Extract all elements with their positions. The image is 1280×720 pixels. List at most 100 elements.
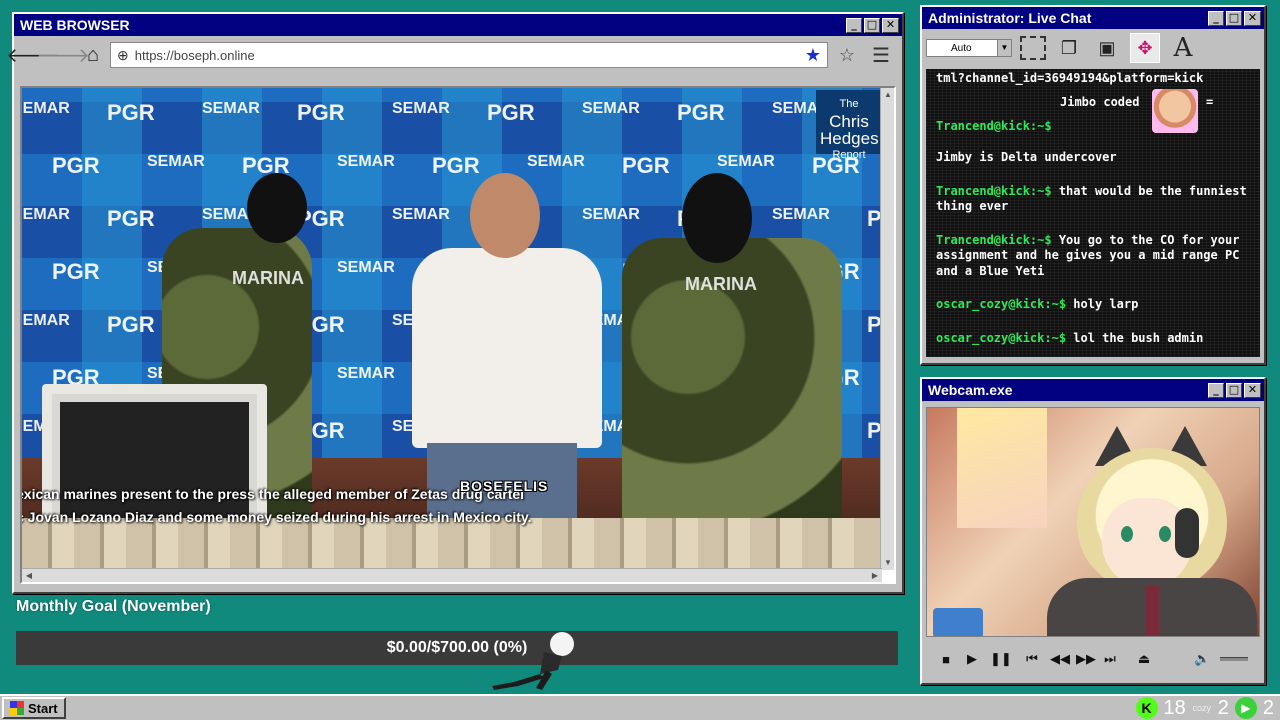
backdrop-word: PGR [107,206,155,231]
logo-line-2: Chris [829,112,869,131]
close-icon[interactable]: ✕ [1244,10,1261,26]
browser-viewport: SEMAR PGR SEMAR PGR SEMAR PGR SEMAR PGR SEMAR PGR… [20,86,896,584]
backdrop-word: SEMAR [582,100,640,117]
chat-username[interactable]: oscar_cozy@kick:~$ [936,297,1066,311]
detainee-shirt [412,248,602,448]
vertical-scrollbar[interactable]: ▲ ▼ [880,88,894,570]
chat-username[interactable]: Trancend@kick:~$ [936,184,1052,198]
scroll-right-icon[interactable]: ▶ [868,569,882,583]
select-rect-icon[interactable] [1020,36,1046,60]
chat-message: Trancend@kick:~$ [936,119,1250,135]
backdrop-word: SEMAR [22,312,70,329]
seized-money [22,518,882,570]
backdrop-word: PGR [487,100,535,125]
address-bar[interactable]: ⊕ https://boseph.online ★ [110,42,828,68]
backdrop-word: SEMAR [202,100,260,117]
webcam-title: Webcam.exe [928,382,1013,398]
forward-arrow-icon[interactable]: 🡒 [36,42,90,68]
scroll-left-icon[interactable]: ◀ [22,569,36,583]
browser-titlebar[interactable]: WEB BROWSER _ □ ✕ [14,14,902,36]
minimize-icon[interactable]: _ [1208,382,1224,398]
font-size-value: Auto [951,42,972,54]
soldier-right-head [682,173,752,263]
backdrop-word: PGR [677,100,725,125]
pause-icon[interactable]: ❚❚ [990,651,1012,667]
chat-log[interactable]: tml?channel_id=36949194&platform=kick Ji… [926,69,1260,357]
minimize-icon[interactable]: _ [846,17,862,33]
fast-forward-icon[interactable]: ▶▶ [1076,651,1096,667]
chat-username[interactable]: Trancend@kick:~$ [936,119,1052,133]
chevron-down-icon[interactable]: ▼ [997,40,1011,56]
backdrop-word: SEMAR [22,100,70,117]
favorites-star-icon[interactable]: ☆ [832,45,862,66]
video-frame[interactable]: SEMAR PGR SEMAR PGR SEMAR PGR SEMAR PGR SEMAR PGR… [22,88,882,570]
backdrop-word: SEMAR [717,153,775,170]
backdrop-word: SEMAR [582,206,640,223]
home-icon[interactable]: ⌂ [80,42,106,68]
skip-back-icon[interactable]: ⏮ [1024,651,1040,667]
cozy-icon[interactable]: cozy [1192,703,1212,713]
scroll-up-icon[interactable]: ▲ [881,88,895,102]
avatar-tie [1145,586,1159,636]
avatar-eye-left [1121,526,1133,542]
windows-logo-icon [10,701,24,715]
start-button[interactable]: Start [2,697,66,719]
chat-window: Administrator: Live Chat _ □ ✕ Auto ▼ ❐ … [920,5,1266,365]
volume-slider[interactable] [1220,657,1248,661]
system-tray: K 18 cozy 2 ▶ 2 [1135,696,1274,720]
mug [933,608,983,636]
other-viewer-count: 2 [1217,696,1229,719]
bookmark-star-icon[interactable]: ★ [805,45,821,66]
globe-icon: ⊕ [117,46,129,63]
move-icon[interactable]: ✥ [1130,33,1160,63]
kick-viewer-count: 18 [1163,696,1186,719]
maximize-icon[interactable]: □ [1226,382,1242,398]
play-icon[interactable]: ▶ [964,651,980,667]
chat-title: Administrator: Live Chat [928,10,1092,26]
chat-message-suffix: = [1206,94,1214,109]
backdrop-word: SEMAR [337,259,395,276]
paste-icon[interactable]: ▣ [1092,33,1122,63]
maximize-icon[interactable]: □ [1226,10,1242,26]
skip-forward-icon[interactable]: ⏭ [1102,651,1118,667]
chat-username[interactable]: Trancend@kick:~$ [936,233,1052,247]
chat-message-text: holy larp [1073,297,1139,311]
font-size-select[interactable]: Auto ▼ [926,39,1012,57]
backdrop-word: PGR [52,153,100,178]
taskbar: Start K 18 cozy 2 ▶ 2 [0,694,1280,720]
play-platform-count: 2 [1262,696,1274,719]
video-subtitle-line2: c Jovan Lozano Diaz and some money seize… [22,509,532,525]
close-icon[interactable]: ✕ [1244,382,1261,398]
chat-message: Jimbo coded = [936,88,1250,133]
backdrop-word: PGR [107,312,155,337]
chat-message: tml?channel_id=36949194&platform=kick [936,71,1250,87]
eject-icon[interactable]: ⏏ [1136,651,1152,667]
vest-label-left: MARINA [232,268,304,288]
close-icon[interactable]: ✕ [882,17,899,33]
goal-progress-bar: $0.00/$700.00 (0%) [16,631,898,665]
detainee-head [470,173,540,258]
stop-icon[interactable]: ■ [938,652,954,667]
volume-icon[interactable]: 🔈 [1194,651,1210,667]
rewind-icon[interactable]: ◀◀ [1050,651,1070,667]
copy-icon[interactable]: ❐ [1054,33,1084,63]
scroll-down-icon[interactable]: ▼ [881,556,895,570]
browser-window: WEB BROWSER _ □ ✕ 🡐 🡒 ⌂ ⊕ https://boseph… [6,12,904,594]
webcam-titlebar[interactable]: Webcam.exe _ □ ✕ [922,379,1264,401]
browser-title: WEB BROWSER [20,17,130,33]
url-text[interactable]: https://boseph.online [135,48,799,63]
horizontal-scrollbar[interactable]: ◀ ▶ [22,568,882,582]
start-label: Start [28,700,58,716]
font-icon[interactable]: A [1168,33,1198,63]
chat-titlebar[interactable]: Administrator: Live Chat _ □ ✕ [922,7,1264,29]
media-controls: ■ ▶ ❚❚ ⏮ ◀◀ ▶▶ ⏭ ⏏ 🔈 [926,641,1260,677]
stream-watermark: BOSEFELIS [460,478,549,494]
chat-username[interactable]: oscar_cozy@kick:~$ [936,331,1066,345]
menu-icon[interactable]: ☰ [866,43,896,68]
maximize-icon[interactable]: □ [864,17,880,33]
kick-icon[interactable]: K [1135,697,1158,719]
background-legs [957,408,1047,528]
minimize-icon[interactable]: _ [1208,10,1224,26]
chat-message: Trancend@kick:~$ that would be the funni… [936,184,1250,215]
play-platform-icon[interactable]: ▶ [1234,697,1257,719]
